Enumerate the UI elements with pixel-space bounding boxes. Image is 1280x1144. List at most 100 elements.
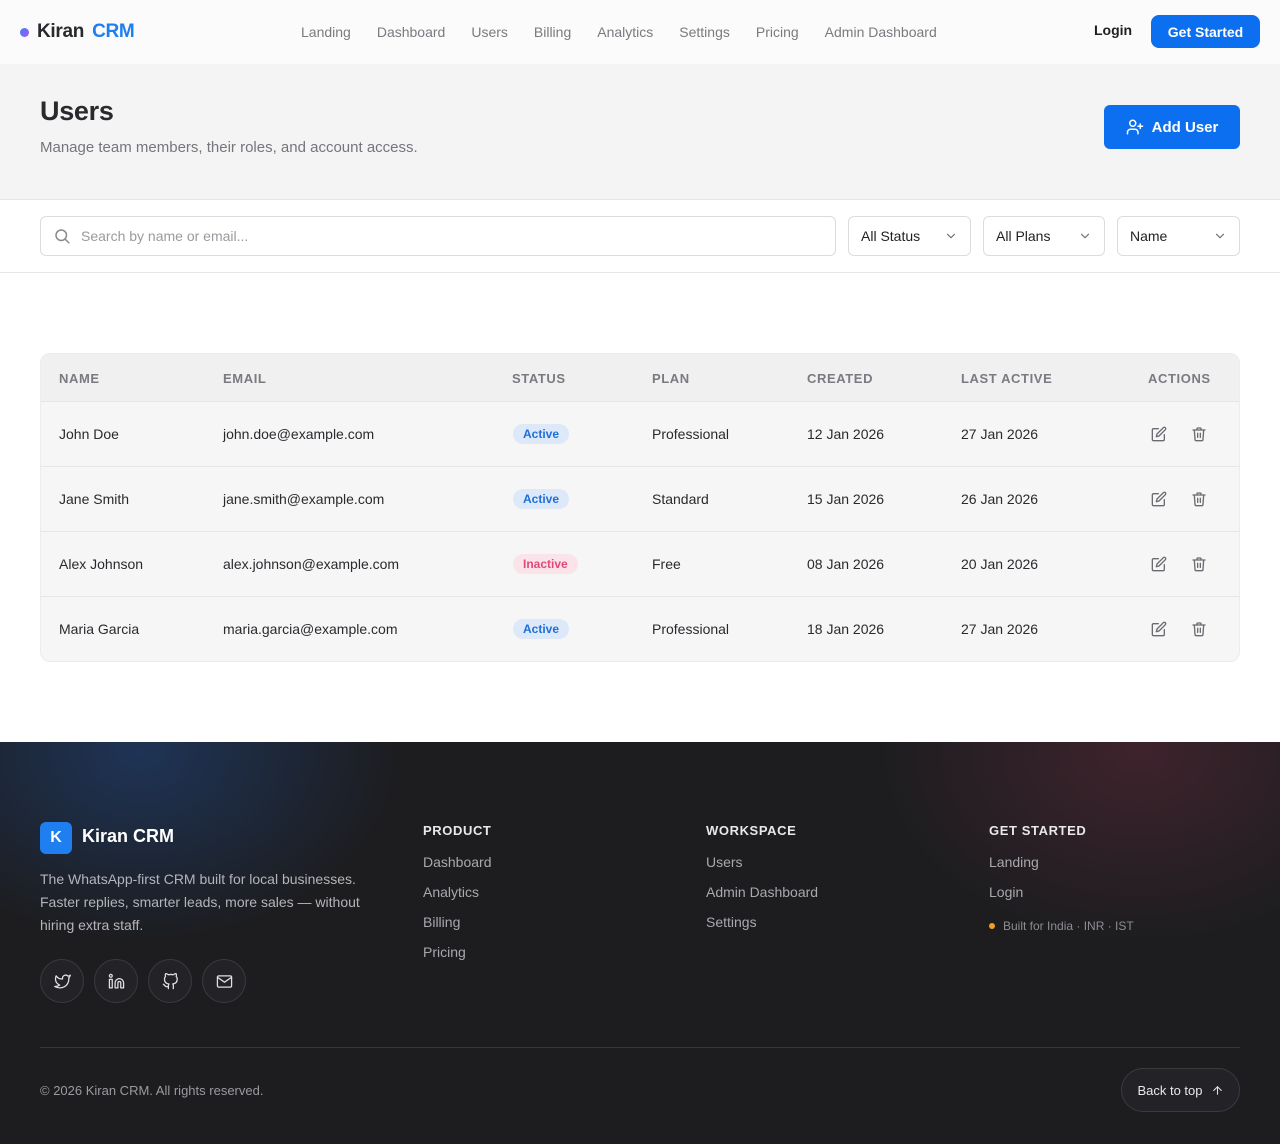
brand-logo[interactable]: Kiran CRM [20,20,135,44]
footer-link-landing[interactable]: Landing [989,854,1039,870]
cell-created: 12 Jan 2026 [807,426,885,442]
chevron-down-icon [944,229,958,243]
cell-name: Alex Johnson [59,556,144,572]
nav-link-users[interactable]: Users [471,24,508,40]
cell-last-active: 26 Jan 2026 [961,491,1039,507]
cell-plan: Standard [652,491,709,507]
cell-name: John Doe [59,426,119,442]
edit-icon[interactable] [1149,619,1169,639]
cell-created: 15 Jan 2026 [807,491,885,507]
github-icon[interactable] [148,959,192,1003]
footer-heading-product: PRODUCT [423,823,492,838]
add-user-label: Add User [1151,118,1219,136]
footer-heading-get-started: GET STARTED [989,823,1087,838]
footer-locale-text: Built for India · INR · IST [1003,919,1134,933]
table-row: Maria Garcia maria.garcia@example.com Ac… [41,597,1239,661]
footer-link-pricing[interactable]: Pricing [423,944,466,960]
cell-last-active: 27 Jan 2026 [961,426,1039,442]
column-header-created: CREATED [807,371,874,386]
nav-link-analytics[interactable]: Analytics [597,24,653,40]
brand-name: Kiran [37,21,85,42]
brand-dot-icon [20,27,29,37]
login-link[interactable]: Login [1094,22,1132,38]
cell-created: 18 Jan 2026 [807,621,885,637]
cell-email: john.doe@example.com [223,426,375,442]
arrow-up-icon [1211,1084,1224,1097]
column-header-plan: PLAN [652,371,690,386]
filter-bar: All Status All Plans Name [0,200,1280,273]
cell-created: 08 Jan 2026 [807,556,885,572]
trash-icon[interactable] [1189,489,1209,509]
cell-name: Jane Smith [59,491,130,507]
footer-link-users[interactable]: Users [706,854,743,870]
cell-last-active: 20 Jan 2026 [961,556,1039,572]
nav-link-billing[interactable]: Billing [534,24,571,40]
table-row: Jane Smith jane.smith@example.com Active… [41,467,1239,532]
nav-link-admin-dashboard[interactable]: Admin Dashboard [825,24,937,40]
sort-value: Name [1130,228,1168,244]
status-filter-select[interactable]: All Status [848,216,971,256]
nav-link-settings[interactable]: Settings [679,24,730,40]
page-header: Users Manage team members, their roles, … [0,64,1280,200]
footer-glow-decoration [880,742,1280,942]
trash-icon[interactable] [1189,554,1209,574]
search-box [40,216,836,256]
status-badge: Active [513,424,570,444]
table-row: John Doe john.doe@example.com Active Pro… [41,402,1239,467]
footer-locale-note: Built for India · INR · IST [989,919,1134,933]
status-filter-value: All Status [861,228,921,244]
status-badge: Inactive [513,554,578,574]
cell-email: maria.garcia@example.com [223,621,398,637]
search-icon [53,227,71,245]
table-header: NAME EMAIL STATUS PLAN CREATED LAST ACTI… [41,354,1239,402]
footer-link-dashboard[interactable]: Dashboard [423,854,492,870]
plan-filter-select[interactable]: All Plans [983,216,1105,256]
linkedin-icon[interactable] [94,959,138,1003]
column-header-status: STATUS [512,371,566,386]
footer-link-admin-dashboard[interactable]: Admin Dashboard [706,884,818,900]
cell-last-active: 27 Jan 2026 [961,621,1039,637]
footer-description: The WhatsApp-first CRM built for local b… [40,871,360,933]
get-started-button[interactable]: Get Started [1151,15,1260,48]
chevron-down-icon [1078,229,1092,243]
status-dot-icon [989,923,995,929]
footer-link-settings[interactable]: Settings [706,914,757,930]
cell-email: alex.johnson@example.com [223,556,400,572]
nav-link-landing[interactable]: Landing [301,24,351,40]
footer-link-login[interactable]: Login [989,884,1023,900]
twitter-icon[interactable] [40,959,84,1003]
column-header-name: NAME [59,371,100,386]
footer-link-billing[interactable]: Billing [423,914,460,930]
edit-icon[interactable] [1149,554,1169,574]
cell-name: Maria Garcia [59,621,140,637]
nav-links: Landing Dashboard Users Billing Analytic… [288,0,963,64]
search-input[interactable] [81,228,781,244]
footer-brand: Kiran CRM [82,826,175,846]
nav-link-pricing[interactable]: Pricing [756,24,799,40]
plan-filter-value: All Plans [996,228,1051,244]
edit-icon[interactable] [1149,424,1169,444]
nav-link-dashboard[interactable]: Dashboard [377,24,446,40]
users-table: NAME EMAIL STATUS PLAN CREATED LAST ACTI… [40,353,1240,662]
status-badge: Active [513,489,570,509]
brand-accent: CRM [92,21,135,42]
cell-email: jane.smith@example.com [223,491,385,507]
page-title: Users [40,96,114,126]
status-badge: Active [513,619,570,639]
user-plus-icon [1126,118,1144,136]
cell-plan: Free [652,556,681,572]
footer-heading-workspace: WORKSPACE [706,823,797,838]
cell-plan: Professional [652,426,730,442]
mail-icon[interactable] [202,959,246,1003]
trash-icon[interactable] [1189,424,1209,444]
back-to-top-button[interactable]: Back to top [1121,1068,1240,1112]
chevron-down-icon [1213,229,1227,243]
top-navbar: Kiran CRM Landing Dashboard Users Billin… [0,0,1280,64]
footer-divider [40,1047,1240,1048]
edit-icon[interactable] [1149,489,1169,509]
trash-icon[interactable] [1189,619,1209,639]
sort-select[interactable]: Name [1117,216,1240,256]
table-row: Alex Johnson alex.johnson@example.com In… [41,532,1239,597]
footer-link-analytics[interactable]: Analytics [423,884,479,900]
add-user-button[interactable]: Add User [1104,105,1240,149]
